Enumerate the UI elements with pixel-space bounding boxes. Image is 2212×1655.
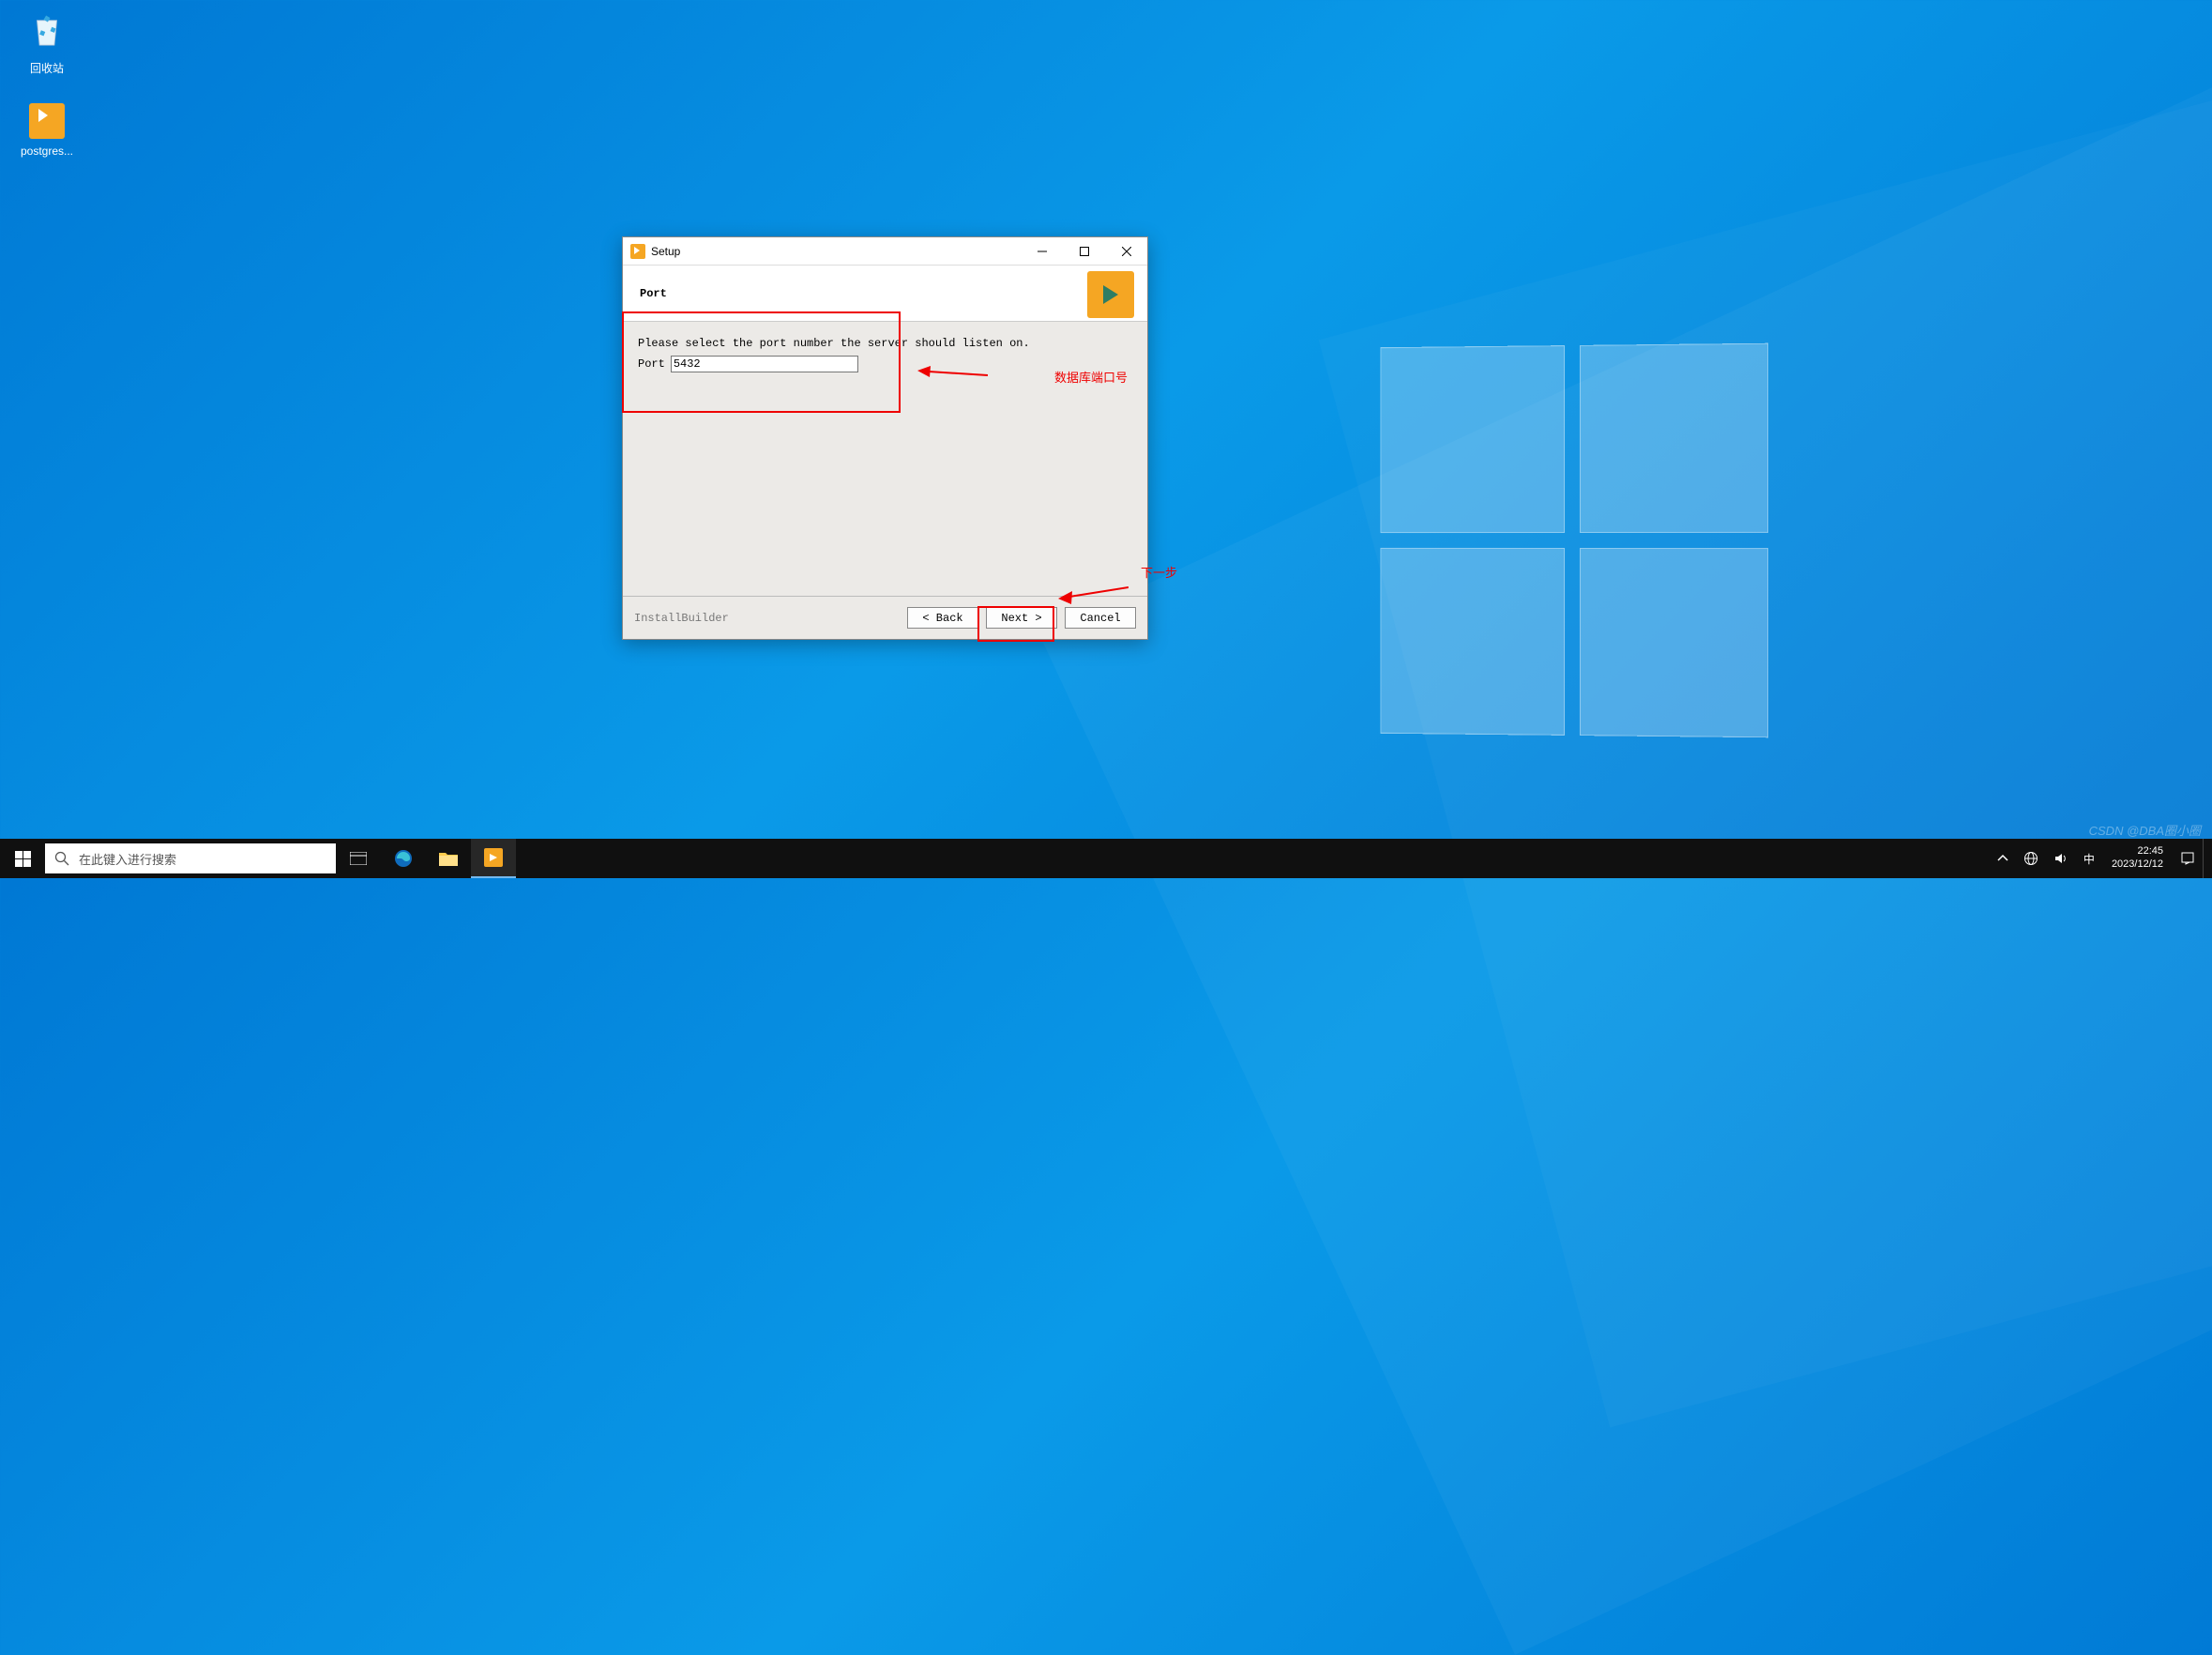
- watermark: CSDN @DBA圈小圈: [2089, 821, 2201, 839]
- desktop-icon-postgres[interactable]: postgres...: [9, 103, 84, 158]
- windows-logo: [1380, 343, 1768, 738]
- speaker-icon: [2053, 851, 2068, 866]
- window-title: Setup: [651, 245, 680, 258]
- tray-clock[interactable]: 22:45 2023/12/12: [2102, 845, 2173, 872]
- next-button[interactable]: Next >: [986, 607, 1057, 629]
- taskbar-app-edge[interactable]: [381, 839, 426, 878]
- action-center[interactable]: [2173, 839, 2203, 878]
- cancel-button[interactable]: Cancel: [1065, 607, 1136, 629]
- tray-network[interactable]: [2016, 839, 2046, 878]
- show-desktop-button[interactable]: [2203, 839, 2208, 878]
- port-input[interactable]: [671, 356, 858, 372]
- chevron-up-icon: [1997, 853, 2008, 864]
- close-icon: [1122, 247, 1131, 256]
- start-button[interactable]: [0, 839, 45, 878]
- taskbar-app-setup[interactable]: [471, 839, 516, 878]
- minimize-button[interactable]: [1021, 237, 1063, 265]
- installbuilder-label: InstallBuilder: [634, 612, 729, 625]
- clock-time: 22:45: [2112, 845, 2163, 858]
- dialog-body: Please select the port number the server…: [623, 322, 1147, 387]
- system-tray: 中 22:45 2023/12/12: [1990, 839, 2212, 878]
- page-title: Port: [640, 287, 667, 300]
- desktop-icon-label: 回收站: [9, 60, 84, 76]
- package-icon: [1087, 271, 1134, 318]
- maximize-icon: [1080, 247, 1089, 256]
- titlebar[interactable]: Setup: [623, 237, 1147, 266]
- dialog-header: Port: [623, 266, 1147, 322]
- back-button[interactable]: < Back: [907, 607, 978, 629]
- search-box[interactable]: 在此键入进行搜索: [45, 843, 336, 873]
- port-label: Port: [638, 357, 665, 371]
- tray-ime[interactable]: 中: [2076, 839, 2102, 878]
- recycle-bin-icon: [24, 9, 69, 54]
- app-icon: [630, 244, 645, 259]
- dialog-footer: InstallBuilder < Back Next > Cancel: [623, 596, 1147, 639]
- search-icon: [54, 851, 69, 866]
- tray-volume[interactable]: [2046, 839, 2076, 878]
- instruction-text: Please select the port number the server…: [638, 337, 1132, 350]
- installer-icon: [29, 103, 65, 139]
- installer-icon: [484, 848, 503, 867]
- desktop-icon-recycle-bin[interactable]: 回收站: [9, 9, 84, 76]
- tray-overflow[interactable]: [1990, 839, 2016, 878]
- folder-icon: [438, 850, 459, 867]
- edge-icon: [393, 848, 414, 869]
- search-placeholder: 在此键入进行搜索: [79, 850, 176, 868]
- maximize-button[interactable]: [1063, 237, 1105, 265]
- notification-icon: [2180, 851, 2195, 866]
- close-button[interactable]: [1105, 237, 1147, 265]
- setup-dialog: Setup Port Please select the port number…: [622, 236, 1148, 640]
- clock-date: 2023/12/12: [2112, 858, 2163, 872]
- taskbar: 在此键入进行搜索 中 22:45 2023/12/12: [0, 839, 2212, 878]
- task-view-icon: [350, 852, 367, 865]
- minimize-icon: [1038, 247, 1047, 256]
- desktop-icon-label: postgres...: [9, 144, 84, 158]
- task-view-button[interactable]: [336, 839, 381, 878]
- globe-icon: [2023, 851, 2038, 866]
- taskbar-app-explorer[interactable]: [426, 839, 471, 878]
- windows-icon: [15, 851, 31, 867]
